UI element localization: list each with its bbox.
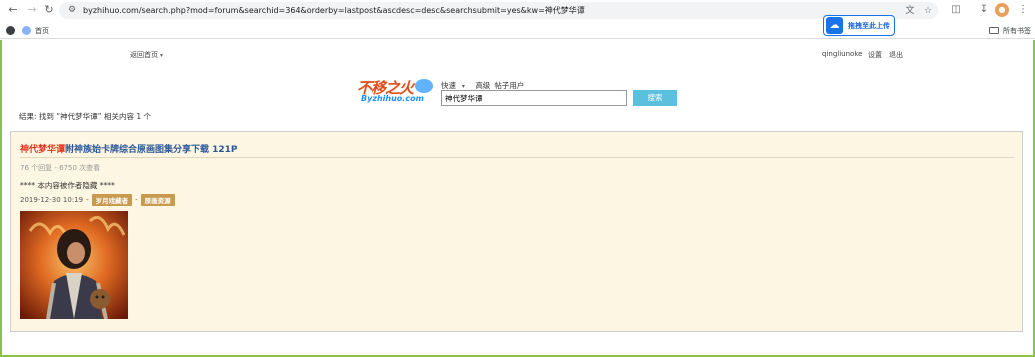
translate-icon[interactable]: 文 <box>904 5 916 17</box>
url-text[interactable]: byzhihuo.com/search.php?mod=forum&search… <box>83 5 585 16</box>
result-date: 2019-12-30 10:19 <box>20 195 84 204</box>
forum-tag[interactable]: 原画资源 <box>140 193 175 206</box>
search-input[interactable] <box>441 90 627 106</box>
tab-users[interactable]: 用户 <box>509 81 524 90</box>
site-info-icon[interactable]: ⚙ <box>66 4 78 16</box>
settings-link[interactable]: 设置 <box>868 50 882 60</box>
home-favicon-icon <box>22 26 31 35</box>
result-title-rest: 附神族始卡牌综合原画图集分享下载 121P <box>65 145 238 155</box>
tab-advanced[interactable]: 高级 <box>475 81 490 90</box>
all-bookmarks-label: 所有书签 <box>1003 26 1031 35</box>
profile-avatar[interactable]: ● <box>995 3 1009 17</box>
tab-posts[interactable]: 帖子 <box>494 81 509 90</box>
character-artwork-image <box>20 211 128 319</box>
drag-upload-button[interactable]: ☁ 拖拽至此上传 <box>823 15 895 36</box>
logo-text-bottom: Byzhihuo.com <box>361 94 424 103</box>
result-thumbnail[interactable] <box>20 211 128 319</box>
cloud-upload-icon: ☁ <box>826 17 843 34</box>
date-sep: - <box>86 195 89 204</box>
back-icon[interactable]: ← <box>6 3 20 17</box>
result-divider <box>20 157 1014 158</box>
forward-icon[interactable]: → <box>25 3 39 17</box>
search-button[interactable]: 搜索 <box>633 90 677 106</box>
result-meta: 76 个回复 - 6750 次查看 <box>20 164 101 172</box>
reload-icon[interactable]: ↻ <box>42 3 56 17</box>
site-logo[interactable]: 不移之火 Byzhihuo.com <box>357 77 433 106</box>
tag-sep: - <box>135 195 138 204</box>
caret-down-icon: ▾ <box>160 52 164 59</box>
result-title-link[interactable]: 神代梦华谭附神族始卡牌综合原画图集分享下载 121P <box>20 142 238 155</box>
bookmark-home[interactable]: 首页 <box>22 24 49 37</box>
all-bookmarks[interactable]: 所有书签 <box>989 24 1031 37</box>
result-title-highlight: 神代梦华谭 <box>20 145 66 155</box>
extensions-icon[interactable]: ◫ <box>949 3 963 17</box>
author-tag[interactable]: 岁月戏藏者 <box>91 193 133 206</box>
page-content: 返回首页 ▾ qingliunoke 设置 退出 不移之火 Byzhihuo.co… <box>0 40 1035 357</box>
tab-quick[interactable]: 快速 ▾ <box>441 81 469 90</box>
result-summary: 结果: 找到 “神代梦华谭” 相关内容 1 个 <box>19 112 151 121</box>
menu-icon[interactable]: ⋮ <box>1016 3 1030 17</box>
download-icon[interactable]: ↧ <box>977 3 991 17</box>
nav-home-link[interactable]: 返回首页 ▾ <box>130 50 163 60</box>
logout-link[interactable]: 退出 <box>889 50 903 60</box>
bookmark-star-icon[interactable]: ☆ <box>922 5 934 17</box>
nav-home-label: 返回首页 <box>130 51 158 59</box>
address-bar[interactable]: ⚙ byzhihuo.com/search.php?mod=forum&sear… <box>59 2 938 19</box>
github-bookmark-icon[interactable] <box>6 24 19 37</box>
upload-label: 拖拽至此上传 <box>848 21 890 30</box>
folder-icon <box>989 27 999 34</box>
search-result-item: 神代梦华谭附神族始卡牌综合原画图集分享下载 121P 76 个回复 - 6750… <box>10 131 1023 332</box>
username-link[interactable]: qingliunoke <box>822 50 862 58</box>
hidden-content-note: **** 本内容被作者隐藏 **** <box>20 181 115 190</box>
bookmark-home-label: 首页 <box>35 26 49 35</box>
logo-swoosh <box>415 79 433 93</box>
result-date-row: 2019-12-30 10:19 - 岁月戏藏者 - 原画资源 <box>20 193 178 206</box>
